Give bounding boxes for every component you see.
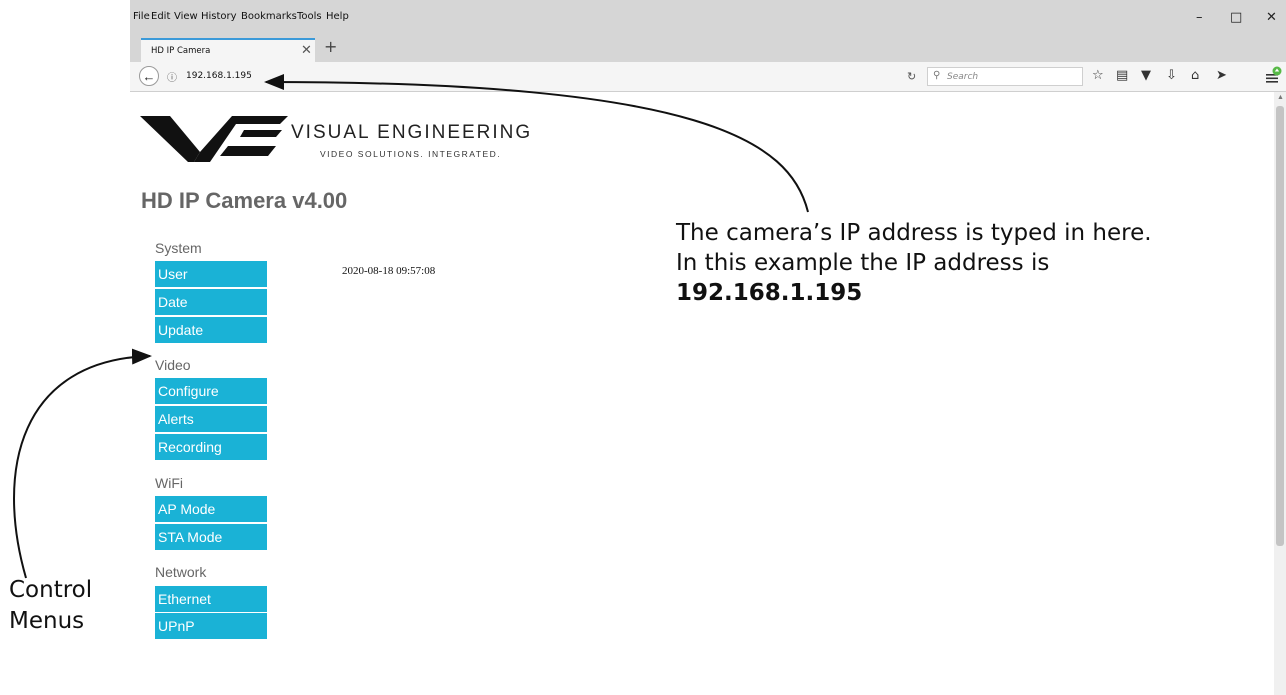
ip-arrow: [264, 74, 809, 213]
menus-arrow: [13, 348, 152, 579]
annotation-arrows: [13, 74, 809, 579]
